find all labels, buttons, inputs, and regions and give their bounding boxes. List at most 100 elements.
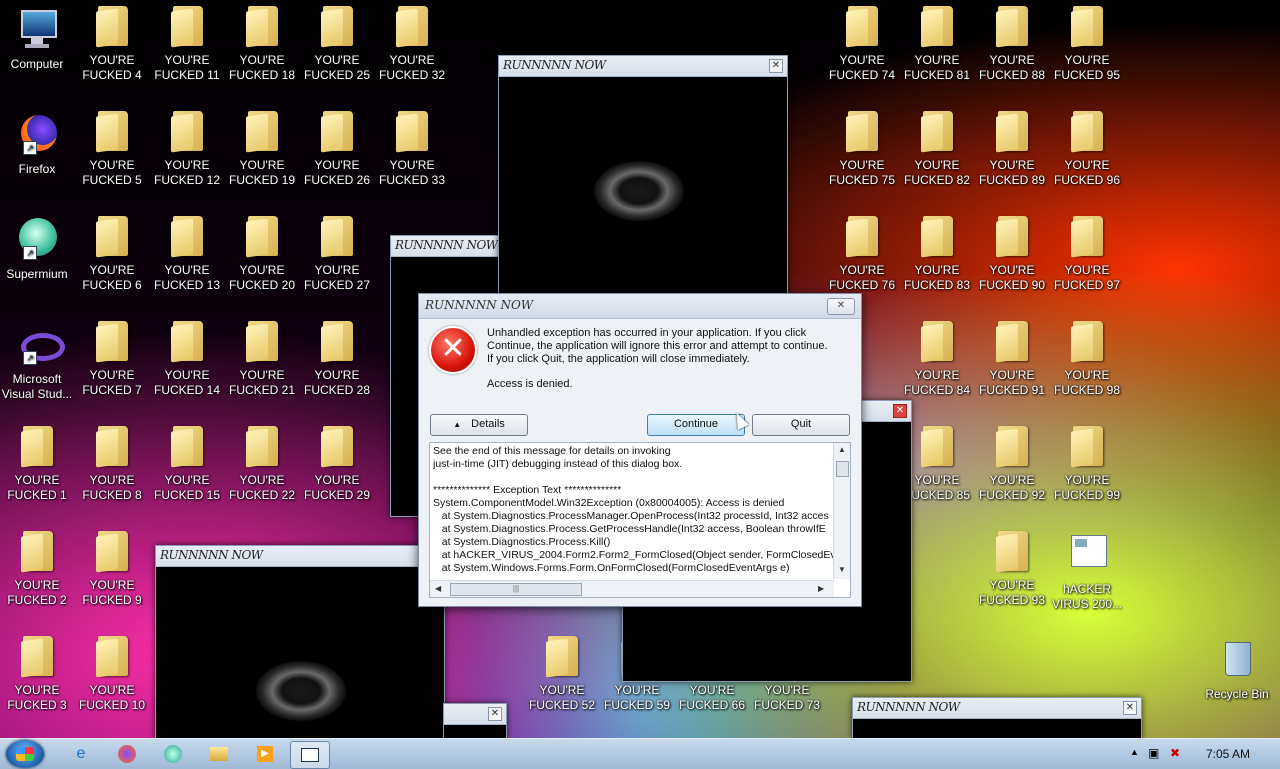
folder-icon <box>921 321 953 363</box>
desktop-folder[interactable]: YOU'RE FUCKED 3 <box>0 630 74 730</box>
desktop-icon-visual-studio[interactable]: ↗ Microsoft Visual Stud... <box>0 315 74 415</box>
continue-button[interactable]: Continue <box>647 414 745 436</box>
network-icon[interactable]: ▣ <box>1148 746 1159 760</box>
desktop-folder[interactable]: YOU'RE FUCKED 33 <box>375 105 449 205</box>
desktop-folder[interactable]: YOU'RE FUCKED 97 <box>1050 210 1124 310</box>
active-app-window-icon[interactable] <box>290 741 330 769</box>
details-button[interactable]: ▲ Details <box>430 414 528 436</box>
folder-icon <box>321 321 353 363</box>
volume-muted-icon[interactable]: ✖ <box>1170 746 1180 760</box>
desktop-folder[interactable]: YOU'RE FUCKED 12 <box>150 105 224 205</box>
runnnnn-window[interactable]: RUNNNNN NOW ✕ <box>498 55 788 302</box>
horizontal-scrollbar[interactable]: ◀ ||| ▶ <box>430 580 834 597</box>
scroll-right-icon[interactable]: ▶ <box>818 584 824 593</box>
desktop-folder[interactable]: YOU'RE FUCKED 26 <box>300 105 374 205</box>
desktop-folder[interactable]: YOU'RE FUCKED 20 <box>225 210 299 310</box>
desktop-folder[interactable]: YOU'RE FUCKED 92 <box>975 420 1049 520</box>
exception-dialog[interactable]: RUNNNNN NOW ✕ ✕ Unhandled exception has … <box>418 293 862 607</box>
close-icon[interactable]: ✕ <box>893 404 907 418</box>
scroll-thumb[interactable]: ||| <box>450 583 582 596</box>
explorer-folder-icon[interactable] <box>200 741 238 767</box>
shortcut-arrow-icon: ↗ <box>23 246 37 260</box>
desktop-icon-firefox[interactable]: ↗ Firefox <box>0 105 74 205</box>
desktop-folder[interactable]: YOU'RE FUCKED 52 <box>525 630 599 730</box>
scroll-down-icon[interactable]: ▼ <box>838 565 846 574</box>
desktop-folder[interactable]: YOU'RE FUCKED 90 <box>975 210 1049 310</box>
desktop-folder[interactable]: YOU'RE FUCKED 91 <box>975 315 1049 415</box>
desktop-folder[interactable]: YOU'RE FUCKED 89 <box>975 105 1049 205</box>
start-button[interactable] <box>6 740 44 768</box>
desktop-icon-hacker-virus[interactable]: hACKER VIRUS 200... <box>1050 525 1124 625</box>
folder-label: YOU'RE FUCKED 75 <box>828 158 896 187</box>
desktop-folder[interactable]: YOU'RE FUCKED 99 <box>1050 420 1124 520</box>
desktop-folder[interactable]: YOU'RE FUCKED 83 <box>900 210 974 310</box>
scroll-up-icon[interactable]: ▲ <box>838 445 846 454</box>
desktop-folder[interactable]: YOU'RE FUCKED 6 <box>75 210 149 310</box>
clock[interactable]: 7:05 AM <box>1206 747 1250 761</box>
desktop-folder[interactable]: YOU'RE FUCKED 1 <box>0 420 74 520</box>
desktop-folder[interactable]: YOU'RE FUCKED 28 <box>300 315 374 415</box>
firefox-icon[interactable] <box>108 741 146 767</box>
folder-label: YOU'RE FUCKED 13 <box>153 263 221 292</box>
details-text: See the end of this message for details … <box>433 445 833 574</box>
desktop-folder[interactable]: YOU'RE FUCKED 13 <box>150 210 224 310</box>
desktop-folder[interactable]: YOU'RE FUCKED 82 <box>900 105 974 205</box>
desktop-folder[interactable]: YOU'RE FUCKED 10 <box>75 630 149 730</box>
desktop-folder[interactable]: YOU'RE FUCKED 7 <box>75 315 149 415</box>
vertical-scrollbar[interactable]: ▲ ▼ <box>833 443 850 579</box>
desktop-folder[interactable]: YOU'RE FUCKED 74 <box>825 0 899 100</box>
icon-label: Computer <box>10 57 64 71</box>
error-icon: ✕ <box>429 326 477 374</box>
desktop-folder[interactable]: YOU'RE FUCKED 15 <box>150 420 224 520</box>
desktop-folder[interactable]: YOU'RE FUCKED 96 <box>1050 105 1124 205</box>
computer-icon <box>17 6 57 50</box>
media-player-icon[interactable]: ▶ <box>246 741 284 767</box>
close-icon[interactable]: ✕ <box>488 707 502 721</box>
desktop-folder[interactable]: YOU'RE FUCKED 14 <box>150 315 224 415</box>
desktop-folder[interactable]: YOU'RE FUCKED 21 <box>225 315 299 415</box>
desktop-folder[interactable]: YOU'RE FUCKED 22 <box>225 420 299 520</box>
scroll-left-icon[interactable]: ◀ <box>435 584 441 593</box>
desktop-folder[interactable]: YOU'RE FUCKED 11 <box>150 0 224 100</box>
runnnnn-window[interactable]: ✕ <box>443 703 507 740</box>
desktop-folder[interactable]: YOU'RE FUCKED 32 <box>375 0 449 100</box>
desktop-folder[interactable]: YOU'RE FUCKED 2 <box>0 525 74 625</box>
desktop-icon-supermium[interactable]: ↗ Supermium <box>0 210 74 310</box>
supermium-icon[interactable] <box>154 741 192 767</box>
desktop-icon-computer[interactable]: Computer <box>0 0 74 100</box>
supermium-icon: ↗ <box>17 216 57 260</box>
desktop-icon-recycle-bin[interactable]: Recycle Bin <box>1200 630 1274 730</box>
show-hidden-icons-icon[interactable]: ▲ <box>1130 747 1139 757</box>
close-icon[interactable]: ✕ <box>1123 701 1137 715</box>
desktop-folder[interactable]: YOU'RE FUCKED 88 <box>975 0 1049 100</box>
icon-label: Recycle Bin <box>1205 687 1269 701</box>
desktop-folder[interactable]: YOU'RE FUCKED 93 <box>975 525 1049 625</box>
runnnnn-window[interactable]: RUNNNNN NOW ✕ <box>852 697 1142 740</box>
desktop-folder[interactable]: YOU'RE FUCKED 81 <box>900 0 974 100</box>
quit-button[interactable]: Quit <box>752 414 850 436</box>
desktop-folder[interactable]: YOU'RE FUCKED 8 <box>75 420 149 520</box>
folder-label: YOU'RE FUCKED 10 <box>78 683 146 712</box>
desktop-folder[interactable]: YOU'RE FUCKED 19 <box>225 105 299 205</box>
desktop-folder[interactable]: YOU'RE FUCKED 18 <box>225 0 299 100</box>
desktop-folder[interactable]: YOU'RE FUCKED 5 <box>75 105 149 205</box>
folder-icon <box>246 6 278 48</box>
folder-label: YOU'RE FUCKED 74 <box>828 53 896 82</box>
desktop-folder[interactable]: YOU'RE FUCKED 4 <box>75 0 149 100</box>
desktop-folder[interactable]: YOU'RE FUCKED 95 <box>1050 0 1124 100</box>
desktop-folder[interactable]: YOU'RE FUCKED 98 <box>1050 315 1124 415</box>
details-textbox[interactable]: See the end of this message for details … <box>429 442 851 598</box>
desktop-folder[interactable]: YOU'RE FUCKED 27 <box>300 210 374 310</box>
scroll-thumb[interactable] <box>836 461 849 477</box>
desktop-folder[interactable]: YOU'RE FUCKED 29 <box>300 420 374 520</box>
desktop-folder[interactable]: YOU'RE FUCKED 25 <box>300 0 374 100</box>
close-icon[interactable]: ✕ <box>769 59 783 73</box>
internet-explorer-icon[interactable]: e <box>62 741 100 767</box>
close-icon[interactable]: ✕ <box>827 298 855 315</box>
runnnnn-window[interactable]: RUNNNNN NOW <box>155 545 445 740</box>
desktop-folder[interactable]: YOU'RE FUCKED 75 <box>825 105 899 205</box>
desktop-folder[interactable]: YOU'RE FUCKED 9 <box>75 525 149 625</box>
folder-icon <box>96 426 128 468</box>
folder-label: YOU'RE FUCKED 14 <box>153 368 221 397</box>
folder-label: YOU'RE FUCKED 21 <box>228 368 296 397</box>
